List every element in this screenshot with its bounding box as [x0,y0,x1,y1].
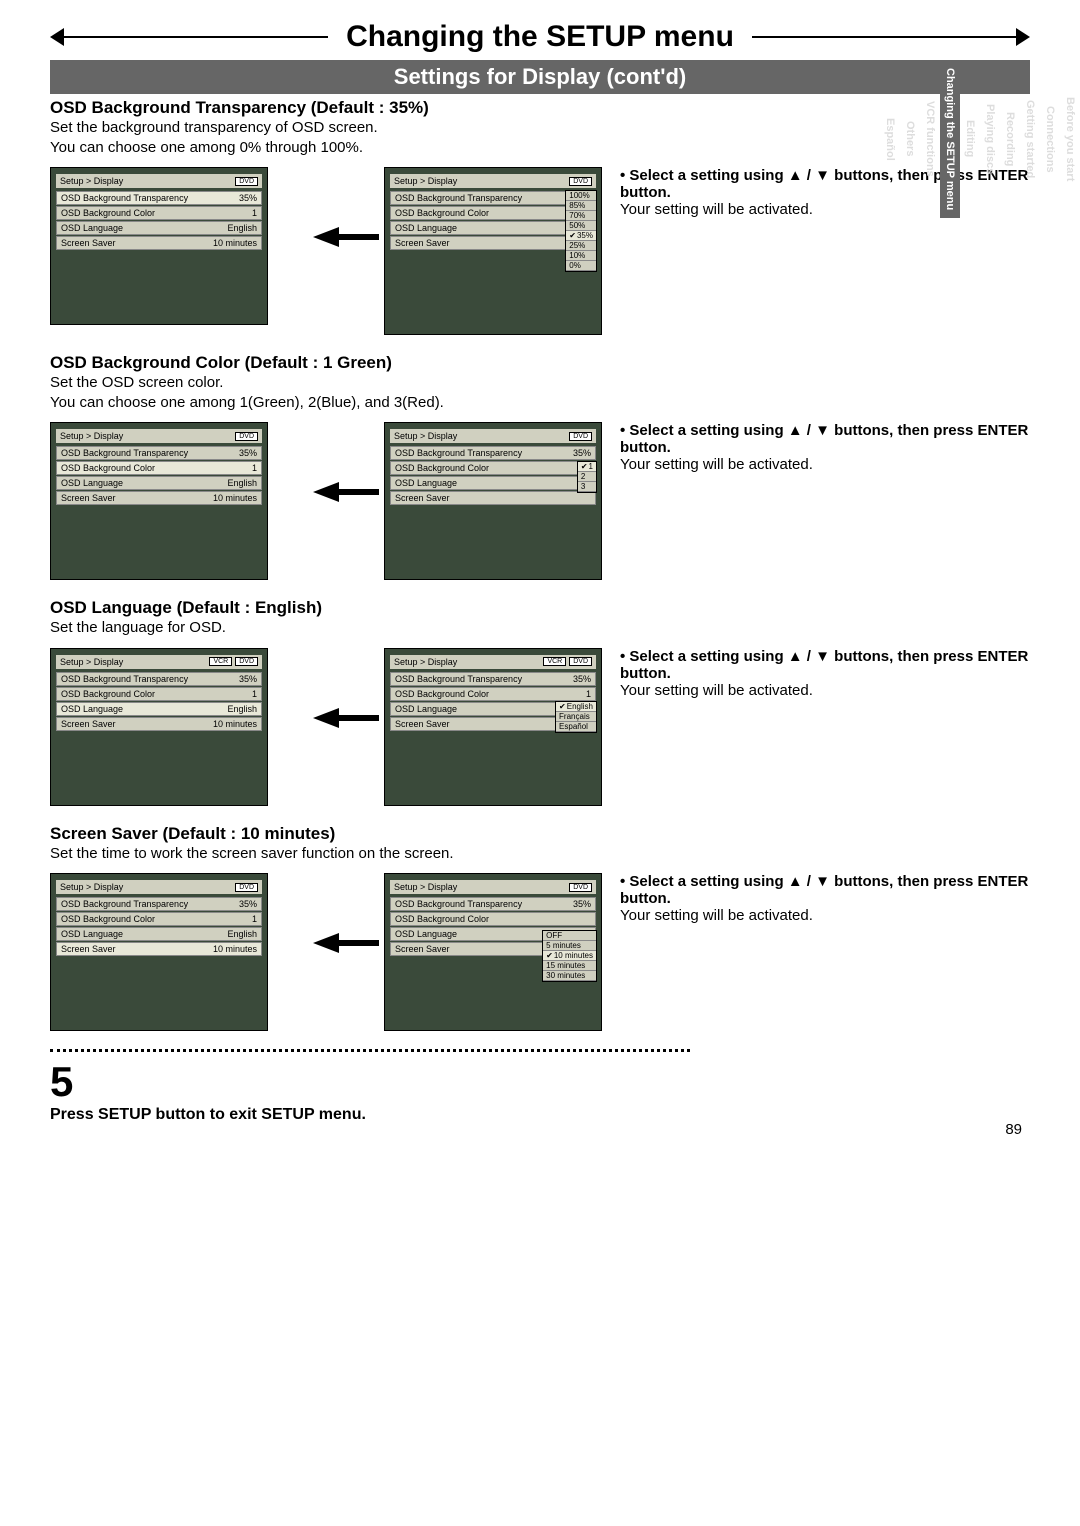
section-desc: Set the OSD screen color. [50,373,1030,393]
instruction-text: • Select a setting using ▲ / ▼ buttons, … [620,873,1030,924]
side-tab: Playing discs [980,60,1000,218]
osd-screen-result: Setup > DisplayDVDOSD Background Transpa… [50,422,268,580]
osd-screen-options: Setup > DisplayDVDOSD Background Transpa… [384,422,602,580]
page-title: Changing the SETUP menu [328,20,752,54]
arrow-left-icon [286,227,366,247]
title-deco-right [1016,28,1030,46]
side-tab: Recording [1000,60,1020,218]
side-tabs: Before you startConnectionsGetting start… [1050,60,1080,218]
side-tab: Before you start [1060,60,1080,218]
step-number: 5 [50,1058,1030,1106]
osd-screen-options: Setup > DisplayDVDOSD Background Transpa… [384,167,602,335]
step-text: Press SETUP button to exit SETUP menu. [50,1106,1030,1124]
section-heading: Screen Saver (Default : 10 minutes) [50,824,1030,844]
section-heading: OSD Background Color (Default : 1 Green) [50,353,1030,373]
side-tab: Getting started [1020,60,1040,218]
section-screen-saver: Screen Saver (Default : 10 minutes) Set … [50,824,1030,1032]
side-tab: Changing the SETUP menu [940,60,960,218]
arrow-left-icon [286,933,366,953]
title-deco-left [50,28,64,46]
page-title-bar: Changing the SETUP menu [50,20,1030,54]
section-heading: OSD Language (Default : English) [50,598,1030,618]
arrow-left-icon [286,708,366,728]
osd-screen-options: Setup > DisplayVCRDVDOSD Background Tran… [384,648,602,806]
page-number: 89 [1005,1121,1022,1138]
osd-screen-options: Setup > DisplayDVDOSD Background Transpa… [384,873,602,1031]
section-osd-bg-color: OSD Background Color (Default : 1 Green)… [50,353,1030,580]
osd-screen-result: Setup > DisplayVCRDVDOSD Background Tran… [50,648,268,806]
osd-screen-result: Setup > DisplayDVDOSD Background Transpa… [50,167,268,325]
dotted-divider [50,1049,690,1052]
section-osd-language: OSD Language (Default : English) Set the… [50,598,1030,806]
osd-screen-result: Setup > DisplayDVDOSD Background Transpa… [50,873,268,1031]
section-desc: Set the time to work the screen saver fu… [50,844,1030,864]
side-tab: Español [880,60,900,218]
side-tab: VCR functions [920,60,940,218]
side-tab: Connections [1040,60,1060,218]
arrow-left-icon [286,482,366,502]
side-tab: Editing [960,60,980,218]
side-tab: Others [900,60,920,218]
section-desc: You can choose one among 1(Green), 2(Blu… [50,393,1030,413]
instruction-text: • Select a setting using ▲ / ▼ buttons, … [620,648,1030,699]
instruction-text: • Select a setting using ▲ / ▼ buttons, … [620,422,1030,473]
section-desc: Set the language for OSD. [50,618,1030,638]
